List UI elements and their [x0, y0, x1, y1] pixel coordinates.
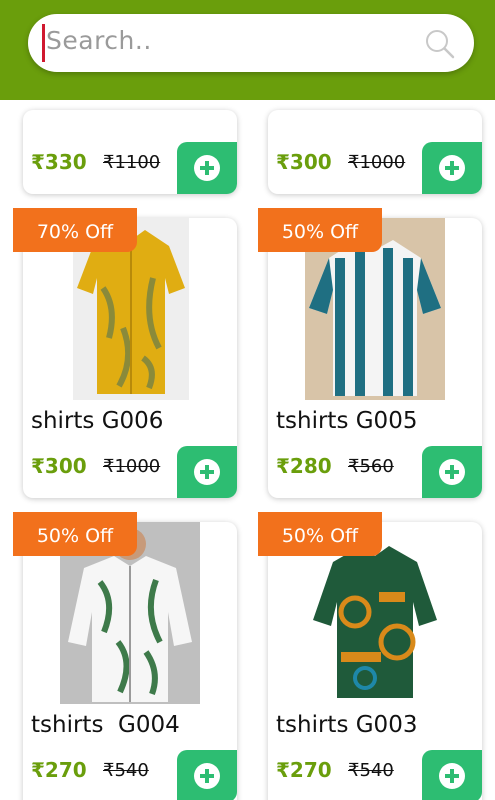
- price: ₹270: [276, 758, 332, 782]
- add-to-cart-button[interactable]: [177, 750, 237, 800]
- product-name[interactable]: shirts G006: [31, 408, 163, 434]
- search-icon[interactable]: [424, 28, 456, 60]
- product-card[interactable]: ₹300 ₹1000: [268, 110, 482, 194]
- plus-icon: [439, 763, 465, 789]
- original-price: ₹540: [348, 760, 394, 781]
- product-name[interactable]: tshirts G005: [276, 408, 417, 434]
- price: ₹300: [276, 150, 332, 174]
- search-input[interactable]: Search..: [46, 26, 152, 55]
- product-name[interactable]: tshirts G003: [276, 712, 417, 738]
- product-name[interactable]: tshirts G004: [31, 712, 180, 738]
- add-to-cart-button[interactable]: [177, 142, 237, 194]
- discount-badge: 50% Off: [258, 208, 382, 252]
- plus-icon: [194, 459, 220, 485]
- product-card[interactable]: 70% Off shirts G006 ₹300 ₹1000: [13, 208, 237, 498]
- add-to-cart-button[interactable]: [422, 750, 482, 800]
- plus-icon: [194, 763, 220, 789]
- product-card[interactable]: ₹330 ₹1100: [23, 110, 237, 194]
- text-cursor: [42, 24, 45, 62]
- original-price: ₹540: [103, 760, 149, 781]
- add-to-cart-button[interactable]: [177, 446, 237, 498]
- original-price: ₹1000: [348, 152, 406, 173]
- add-to-cart-button[interactable]: [422, 446, 482, 498]
- header-bar: Search..: [0, 0, 495, 100]
- price: ₹280: [276, 454, 332, 478]
- discount-badge: 50% Off: [13, 512, 137, 556]
- product-card[interactable]: 50% Off tshirts G003 ₹270 ₹540: [258, 512, 482, 800]
- original-price: ₹1100: [103, 152, 161, 173]
- plus-icon: [194, 155, 220, 181]
- original-price: ₹1000: [103, 456, 161, 477]
- discount-badge: 50% Off: [258, 512, 382, 556]
- price: ₹300: [31, 454, 87, 478]
- product-card[interactable]: 50% Off tshirts G004 ₹270 ₹540: [13, 512, 237, 800]
- original-price: ₹560: [348, 456, 394, 477]
- price: ₹270: [31, 758, 87, 782]
- product-card[interactable]: 50% Off tshirts G005 ₹280 ₹560: [258, 208, 482, 498]
- plus-icon: [439, 155, 465, 181]
- discount-badge: 70% Off: [13, 208, 137, 252]
- add-to-cart-button[interactable]: [422, 142, 482, 194]
- plus-icon: [439, 459, 465, 485]
- price: ₹330: [31, 150, 87, 174]
- product-grid: ₹330 ₹1100 ₹300 ₹1000 70% Off shirts G00…: [0, 0, 495, 800]
- search-bar[interactable]: Search..: [28, 14, 474, 72]
